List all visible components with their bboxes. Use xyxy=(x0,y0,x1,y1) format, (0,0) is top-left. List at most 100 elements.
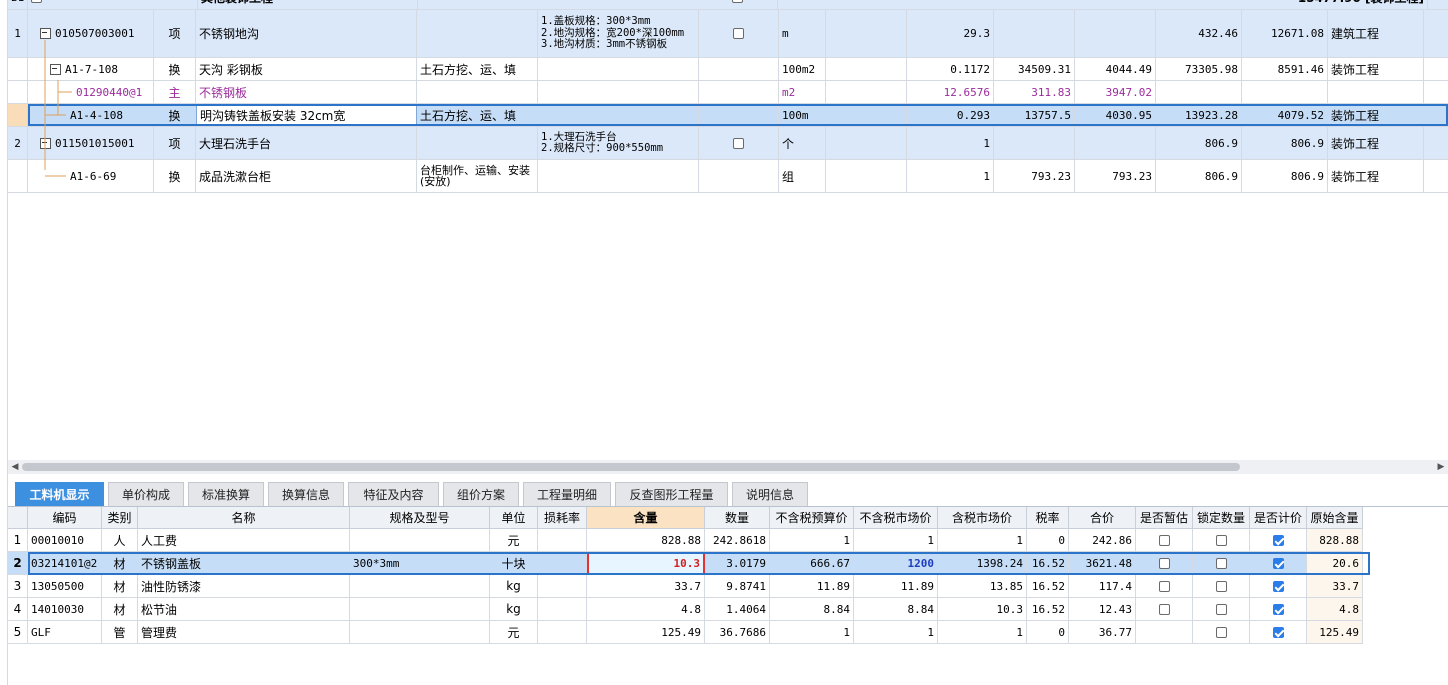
material-unit[interactable]: kg xyxy=(490,598,538,621)
item-quantity[interactable]: 0.1172 xyxy=(907,58,994,80)
provisional-checkbox-cell[interactable] xyxy=(1136,529,1193,552)
checkbox[interactable] xyxy=(732,0,743,3)
item-profession[interactable]: 装饰工程 xyxy=(1328,127,1424,159)
material-name[interactable]: 不锈钢盖板 xyxy=(138,552,350,575)
column-header-name[interactable]: 名称 xyxy=(138,507,350,529)
table-row[interactable]: 1 00010010 人人工费元 828.88 242.8618 1 1 1 0 242.86 82… xyxy=(8,529,1363,552)
material-spec[interactable] xyxy=(350,575,490,598)
lock-quantity-checkbox-cell[interactable] xyxy=(1193,598,1250,621)
tax-market-price[interactable]: 10.3 xyxy=(938,598,1027,621)
provisional-checkbox-cell[interactable] xyxy=(1136,598,1193,621)
table-row[interactable]: 3 13050500 材油性防锈漆 kg 33.7 9.8741 11.89 11.89 13.… xyxy=(8,575,1363,598)
item-spec[interactable]: 土石方挖、运、填 xyxy=(417,104,538,126)
item-spec[interactable] xyxy=(417,10,538,57)
market-price[interactable]: 1 xyxy=(854,621,938,644)
material-unit[interactable]: kg xyxy=(490,575,538,598)
material-unit[interactable]: 元 xyxy=(490,529,538,552)
checked-checkbox[interactable] xyxy=(1272,557,1284,569)
checkbox[interactable] xyxy=(1215,603,1227,615)
table-row[interactable]: A1-7-108 换 天沟 彩钢板 土石方挖、运、填 100m2 0.1172 … xyxy=(8,58,1448,81)
column-header-spec[interactable]: 规格及型号 xyxy=(350,507,490,529)
column-header-category[interactable]: 类别 xyxy=(102,507,138,529)
item-description[interactable] xyxy=(538,58,699,80)
column-header-original-content[interactable]: 原始含量 xyxy=(1307,507,1363,529)
material-quantity[interactable]: 3.0179 xyxy=(705,552,770,575)
provisional-checkbox-cell[interactable] xyxy=(1136,552,1193,575)
material-content[interactable]: 10.3 xyxy=(587,552,705,575)
column-header-unit[interactable]: 单位 xyxy=(490,507,538,529)
material-loss-rate[interactable] xyxy=(538,552,587,575)
tab-conversion-info[interactable]: 换算信息 xyxy=(268,482,344,506)
column-header-tax-market-price[interactable]: 含税市场价 xyxy=(938,507,1027,529)
row-checkbox-cell[interactable] xyxy=(28,0,198,9)
table-row[interactable]: A1-4-108 换 明沟铸铁盖板安装 32cm宽 土石方挖、运、填 100m … xyxy=(8,104,1448,127)
tab-standard-conversion[interactable]: 标准换算 xyxy=(188,482,264,506)
column-header-market-price[interactable]: 不含税市场价 xyxy=(854,507,938,529)
tab-unit-price-composition[interactable]: 单价构成 xyxy=(108,482,184,506)
item-description[interactable] xyxy=(538,160,699,192)
is-priced-checkbox-cell[interactable] xyxy=(1250,552,1307,575)
material-content[interactable]: 125.49 xyxy=(587,621,705,644)
item-description[interactable]: 1.盖板规格：300*3mm 2.地沟规格：宽200*深100mm 3.地沟材质… xyxy=(538,10,699,57)
checkbox[interactable] xyxy=(1215,557,1227,569)
item-spec[interactable] xyxy=(417,127,538,159)
checked-checkbox[interactable] xyxy=(1272,580,1284,592)
scroll-right-icon[interactable]: ▶ xyxy=(1434,460,1448,474)
item-quantity[interactable]: 0.293 xyxy=(907,104,994,126)
scroll-left-icon[interactable]: ◀ xyxy=(8,460,22,474)
budget-price[interactable]: 8.84 xyxy=(770,598,854,621)
item-name[interactable]: 不锈钢地沟 xyxy=(196,10,417,57)
item-profession[interactable]: 装饰工程 xyxy=(1328,160,1424,192)
tax-rate[interactable]: 16.52 xyxy=(1027,552,1069,575)
tab-features-content[interactable]: 特征及内容 xyxy=(348,482,439,506)
checkbox[interactable] xyxy=(1158,603,1170,615)
checkbox[interactable] xyxy=(1215,534,1227,546)
tab-labor-material-machine[interactable]: 工料机显示 xyxy=(15,482,104,506)
checkbox[interactable] xyxy=(1158,580,1170,592)
tax-market-price[interactable]: 1 xyxy=(938,621,1027,644)
tax-market-price[interactable]: 1 xyxy=(938,529,1027,552)
material-unit[interactable]: 元 xyxy=(490,621,538,644)
is-priced-checkbox-cell[interactable] xyxy=(1250,598,1307,621)
material-quantity[interactable]: 1.4064 xyxy=(705,598,770,621)
row-checkbox-cell[interactable] xyxy=(699,127,779,159)
material-name[interactable]: 管理费 xyxy=(138,621,350,644)
table-row[interactable]: 2 03214101@2 材不锈钢盖板 300*3mm 十块 10.3 3.0179 666.… xyxy=(8,552,1370,575)
tax-rate[interactable]: 0 xyxy=(1027,621,1069,644)
row-checkbox-cell[interactable] xyxy=(699,10,779,57)
item-spec[interactable]: 台柜制作、运输、安装(安放) xyxy=(417,160,538,192)
column-header-code[interactable]: 编码 xyxy=(28,507,102,529)
item-quantity[interactable]: 12.6576 xyxy=(907,81,994,103)
item-name[interactable]: 成品洗漱台柜 xyxy=(196,160,417,192)
budget-price[interactable]: 11.89 xyxy=(770,575,854,598)
item-profession[interactable] xyxy=(1328,81,1424,103)
item-description[interactable]: 1.大理石洗手台 2.规格尺寸：900*550mm xyxy=(538,127,699,159)
material-code[interactable]: GLF xyxy=(28,621,102,644)
item-quantity[interactable]: 29.3 xyxy=(907,10,994,57)
row-checkbox-cell[interactable] xyxy=(698,0,778,9)
material-code[interactable]: 14010030 xyxy=(28,598,102,621)
item-spec[interactable]: 土石方挖、运、填 xyxy=(417,58,538,80)
column-header-content[interactable]: 含量 xyxy=(587,507,705,529)
material-spec[interactable] xyxy=(350,529,490,552)
item-description[interactable] xyxy=(538,104,699,126)
checkbox[interactable] xyxy=(733,137,744,149)
provisional-checkbox-cell[interactable] xyxy=(1136,575,1193,598)
material-loss-rate[interactable] xyxy=(538,575,587,598)
tax-rate[interactable]: 16.52 xyxy=(1027,575,1069,598)
checkbox[interactable] xyxy=(1158,534,1170,546)
material-name[interactable]: 油性防锈漆 xyxy=(138,575,350,598)
tab-graphic-quantity[interactable]: 反查图形工程量 xyxy=(615,482,728,506)
column-header-quantity[interactable]: 数量 xyxy=(705,507,770,529)
item-description[interactable] xyxy=(538,81,699,103)
scrollbar-thumb[interactable] xyxy=(22,463,1240,471)
column-header-is-priced[interactable]: 是否计价 xyxy=(1250,507,1307,529)
checkbox[interactable] xyxy=(733,28,744,39)
material-code[interactable]: 03214101@2 xyxy=(28,552,102,575)
tab-description-info[interactable]: 说明信息 xyxy=(732,482,808,506)
table-row[interactable]: B1 其他装饰工程 15477.90 [装饰工程] xyxy=(8,0,1448,10)
budget-price[interactable]: 1 xyxy=(770,621,854,644)
table-row[interactable]: 5 GLF 管管理费元 125.49 36.7686 1 1 1 0 36.77 125.49 xyxy=(8,621,1363,644)
tab-pricing-scheme[interactable]: 组价方案 xyxy=(443,482,519,506)
material-name[interactable]: 人工费 xyxy=(138,529,350,552)
